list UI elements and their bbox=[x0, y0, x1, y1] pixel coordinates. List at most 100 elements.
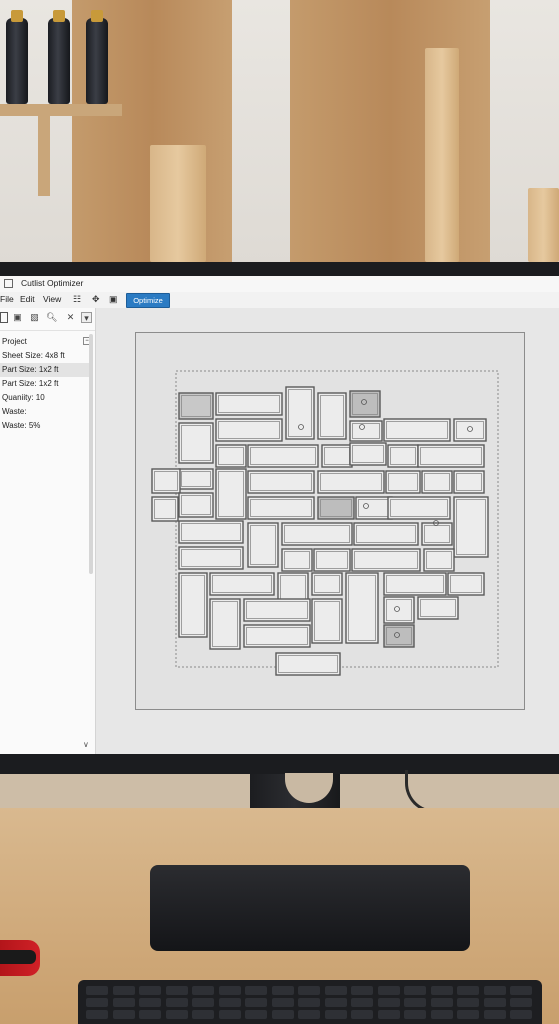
tree-item-waste-percent[interactable]: Waste: 5% bbox=[0, 419, 90, 433]
keyboard-key bbox=[457, 998, 479, 1007]
keyboard-key bbox=[377, 1010, 400, 1019]
layout-canvas[interactable] bbox=[96, 308, 559, 754]
camera-icon[interactable]: ▣ bbox=[12, 312, 23, 323]
part-rect[interactable] bbox=[447, 572, 485, 596]
bottle bbox=[6, 18, 28, 104]
part-rect[interactable] bbox=[178, 392, 214, 420]
part-rect[interactable] bbox=[215, 468, 247, 520]
part-rect[interactable] bbox=[209, 572, 275, 596]
part-rect[interactable] bbox=[321, 444, 353, 468]
menu-view[interactable]: View bbox=[43, 294, 61, 304]
import-icon[interactable]: ▧ bbox=[29, 312, 40, 323]
part-rect[interactable] bbox=[383, 418, 451, 442]
part-rect[interactable] bbox=[215, 392, 283, 416]
close-icon[interactable]: ✕ bbox=[65, 312, 76, 323]
sidebar-toolbar: ▣ ▧ 🔍︎ ✕ ▾ bbox=[0, 308, 95, 331]
optimize-button[interactable]: Optimize bbox=[126, 293, 170, 308]
part-rect[interactable] bbox=[311, 572, 343, 596]
tree-item-sheet-size[interactable]: Sheet Size: 4x8 ft bbox=[0, 349, 90, 363]
part-rect[interactable] bbox=[215, 418, 283, 442]
part-rect[interactable] bbox=[178, 520, 244, 544]
keyboard-key bbox=[457, 986, 479, 995]
part-rect[interactable] bbox=[311, 598, 343, 644]
layout-icon[interactable]: ☷ bbox=[73, 294, 81, 305]
part-rect[interactable] bbox=[453, 496, 489, 558]
part-rect[interactable] bbox=[243, 598, 311, 622]
part-rect[interactable] bbox=[247, 470, 315, 494]
keyboard-key bbox=[271, 986, 294, 995]
tree-item-quantity[interactable]: Quaniity: 10 bbox=[0, 391, 90, 405]
part-rect[interactable] bbox=[243, 624, 311, 648]
part-rect[interactable] bbox=[355, 496, 393, 520]
part-rect[interactable] bbox=[247, 522, 279, 568]
search-icon[interactable]: 🔍︎ bbox=[46, 312, 57, 323]
tree-item-project[interactable]: Project bbox=[0, 335, 90, 349]
keyboard-key bbox=[271, 1010, 294, 1019]
tree-item-part-size-selected[interactable]: Part Size: 1x2 ft bbox=[0, 363, 90, 377]
sidebar-scrollbar[interactable] bbox=[89, 334, 93, 574]
wood-board bbox=[528, 188, 559, 262]
bottle bbox=[86, 18, 108, 104]
monitor-cable bbox=[405, 770, 559, 813]
part-rect[interactable] bbox=[417, 444, 485, 468]
part-rect[interactable] bbox=[317, 392, 347, 440]
part-rect[interactable] bbox=[151, 468, 181, 494]
part-rect[interactable] bbox=[417, 596, 459, 620]
chevron-down-icon[interactable]: ∨ bbox=[83, 740, 89, 749]
part-rect[interactable] bbox=[178, 546, 244, 570]
part-rect[interactable] bbox=[385, 470, 421, 494]
part-rect[interactable] bbox=[281, 548, 313, 572]
keyboard-key bbox=[298, 998, 320, 1007]
keyboard-key bbox=[165, 998, 188, 1007]
part-rect[interactable] bbox=[387, 444, 419, 468]
part-rect[interactable] bbox=[285, 386, 315, 440]
part-rect[interactable] bbox=[313, 548, 351, 572]
keyboard-key bbox=[218, 998, 241, 1007]
move-icon[interactable]: ✥ bbox=[92, 294, 100, 305]
part-rect[interactable] bbox=[349, 442, 387, 466]
keyboard-key bbox=[430, 986, 453, 995]
part-rect[interactable] bbox=[421, 522, 453, 546]
part-rect[interactable] bbox=[215, 444, 247, 468]
part-rect[interactable] bbox=[387, 496, 451, 520]
part-rect[interactable] bbox=[178, 492, 214, 518]
part-rect[interactable] bbox=[247, 496, 315, 520]
part-rect[interactable] bbox=[317, 470, 385, 494]
wall-panel bbox=[290, 0, 490, 262]
tree-item-part-size[interactable]: Part Size: 1x2 ft bbox=[0, 377, 90, 391]
part-rect[interactable] bbox=[247, 444, 319, 468]
keyboard-key bbox=[192, 1010, 214, 1019]
part-rect[interactable] bbox=[383, 572, 447, 596]
keyboard-key bbox=[139, 1010, 161, 1019]
select-tool-icon[interactable] bbox=[0, 312, 8, 323]
part-rect[interactable] bbox=[178, 468, 214, 490]
part-rect[interactable] bbox=[453, 470, 485, 494]
part-rect[interactable] bbox=[423, 548, 455, 572]
part-rect[interactable] bbox=[353, 522, 419, 546]
part-rect[interactable] bbox=[209, 598, 241, 650]
part-rect[interactable] bbox=[275, 652, 341, 676]
part-rect[interactable] bbox=[178, 572, 208, 638]
part-rect[interactable] bbox=[349, 420, 383, 442]
part-rect[interactable] bbox=[178, 422, 214, 464]
part-rect[interactable] bbox=[351, 548, 421, 572]
menu-edit[interactable]: Edit bbox=[20, 294, 35, 304]
part-rect[interactable] bbox=[317, 496, 355, 520]
keyboard-key bbox=[510, 998, 532, 1007]
sidebar: ▣ ▧ 🔍︎ ✕ ▾ Project − Sheet Size: 4x8 ft … bbox=[0, 308, 96, 754]
keyboard-key bbox=[245, 986, 267, 995]
red-object-band bbox=[0, 950, 36, 964]
menu-file[interactable]: File bbox=[0, 294, 14, 304]
sheet-outline bbox=[135, 332, 525, 710]
app-title: Cutlist Optimizer bbox=[21, 278, 84, 288]
dropdown-icon[interactable]: ▾ bbox=[81, 312, 92, 323]
part-rect[interactable] bbox=[281, 522, 353, 546]
part-rect[interactable] bbox=[453, 418, 487, 442]
part-rect[interactable] bbox=[421, 470, 453, 494]
part-rect[interactable] bbox=[345, 572, 379, 644]
bottle-cap bbox=[11, 10, 23, 22]
lock-icon[interactable]: ▣ bbox=[109, 294, 118, 305]
keyboard-key bbox=[404, 986, 426, 995]
tree-item-waste[interactable]: Waste: bbox=[0, 405, 90, 419]
part-rect[interactable] bbox=[151, 496, 179, 522]
